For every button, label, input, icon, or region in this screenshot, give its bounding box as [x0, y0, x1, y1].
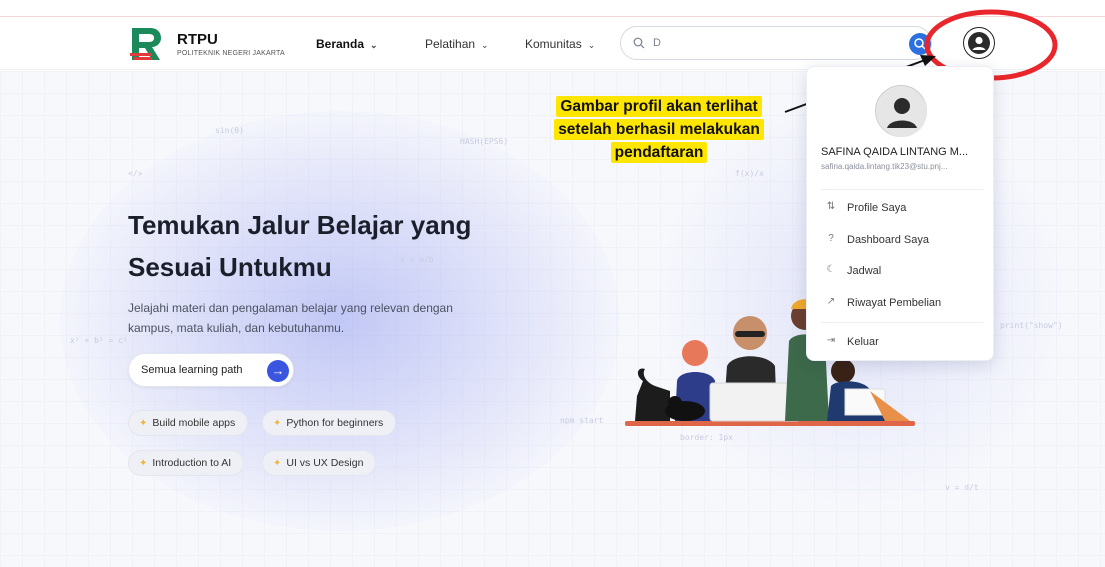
- decorative-code: npm start: [560, 416, 604, 425]
- menu-item-jadwal[interactable]: ☾ Jadwal: [821, 262, 983, 282]
- user-avatar-icon: [968, 32, 990, 54]
- user-avatar-icon: [877, 87, 927, 137]
- all-learning-paths-button[interactable]: Semua learning path →: [128, 353, 294, 387]
- sparkle-icon: ✦: [139, 418, 148, 429]
- sparkle-icon: ✦: [139, 458, 148, 469]
- sliders-icon: ⇅: [826, 201, 836, 212]
- divider: [821, 189, 983, 190]
- menu-item-dashboard-saya[interactable]: ? Dashboard Saya: [821, 231, 983, 251]
- chip-label: Introduction to AI: [152, 457, 232, 469]
- sparkle-icon: ✦: [273, 418, 282, 429]
- search-bar: [620, 26, 932, 60]
- menu-item-label: Dashboard Saya: [847, 234, 929, 246]
- search-icon: [914, 38, 926, 50]
- arrow-up-right-icon: ↗: [826, 296, 836, 307]
- annotation-callout: Gambar profil akan terlihat setelah berh…: [534, 95, 784, 164]
- callout-line: setelah berhasil melakukan: [554, 119, 764, 140]
- brand-title: RTPU: [177, 31, 218, 48]
- decorative-code: f(x)/x: [735, 169, 764, 178]
- nav-label: Komunitas: [525, 37, 582, 51]
- profile-name: SAFINA QAIDA LINTANG M...: [821, 146, 969, 158]
- search-icon: [633, 37, 645, 49]
- menu-item-label: Profile Saya: [847, 202, 907, 214]
- nav-komunitas[interactable]: Komunitas ⌄: [525, 37, 595, 51]
- chip-python-for-beginners[interactable]: ✦ Python for beginners: [262, 410, 397, 436]
- chip-build-mobile-apps[interactable]: ✦ Build mobile apps: [128, 410, 249, 436]
- decorative-code: x² + b² = c²: [70, 336, 128, 345]
- menu-item-riwayat-pembelian[interactable]: ↗ Riwayat Pembelian: [821, 294, 983, 314]
- divider: [821, 322, 983, 323]
- menu-item-label: Jadwal: [847, 265, 882, 277]
- moon-icon: ☾: [826, 264, 836, 275]
- hero-description: Jelajahi materi dan pengalaman belajar y…: [128, 301, 453, 335]
- decorative-code: border: 1px: [680, 433, 733, 442]
- menu-item-label: Riwayat Pembelian: [847, 297, 942, 309]
- chevron-down-icon: ⌄: [370, 40, 378, 50]
- site-header: RTPU POLITEKNIK NEGERI JAKARTA Beranda ⌄ …: [0, 17, 1105, 70]
- arrow-right-icon: →: [267, 360, 289, 382]
- decorative-code: print("show"): [1000, 321, 1063, 330]
- search-input[interactable]: [653, 35, 913, 51]
- profile-avatar: [875, 85, 927, 137]
- button-label: Semua learning path: [141, 364, 243, 376]
- decorative-code: sin(θ): [215, 126, 244, 135]
- logout-icon: ⇥: [826, 335, 836, 346]
- hero-title: Temukan Jalur Belajar yang Sesuai Untukm…: [128, 210, 472, 282]
- sparkle-icon: ✦: [273, 458, 282, 469]
- chip-label: UI vs UX Design: [286, 457, 364, 469]
- decorative-code: HASH(EPS6): [460, 137, 509, 146]
- menu-item-keluar[interactable]: ⇥ Keluar: [821, 333, 983, 353]
- question-icon: ?: [828, 233, 834, 244]
- nav-label: Beranda: [316, 37, 365, 51]
- chip-label: Python for beginners: [286, 417, 384, 429]
- profile-avatar-button[interactable]: [963, 27, 995, 59]
- decorative-code: v = d/t: [945, 483, 979, 492]
- chevron-down-icon: ⌄: [481, 40, 489, 50]
- chevron-down-icon: ⌄: [587, 40, 596, 50]
- menu-item-profile-saya[interactable]: ⇅ Profile Saya: [821, 199, 983, 219]
- chip-introduction-to-ai[interactable]: ✦ Introduction to AI: [128, 450, 245, 476]
- menu-item-label: Keluar: [847, 336, 879, 348]
- chip-label: Build mobile apps: [152, 417, 236, 429]
- decorative-code: </>: [128, 169, 143, 178]
- nav-label: Pelatihan: [425, 37, 476, 51]
- brand-subtitle: POLITEKNIK NEGERI JAKARTA: [177, 50, 285, 57]
- page: RTPU POLITEKNIK NEGERI JAKARTA Beranda ⌄ …: [0, 0, 1105, 567]
- rtpu-logo-icon[interactable]: [128, 24, 164, 64]
- search-button[interactable]: [909, 33, 931, 55]
- callout-line: pendaftaran: [610, 142, 708, 163]
- nav-beranda[interactable]: Beranda ⌄: [316, 37, 378, 51]
- chip-ui-vs-ux-design[interactable]: ✦ UI vs UX Design: [262, 450, 377, 476]
- callout-line: Gambar profil akan terlihat: [556, 96, 762, 117]
- profile-email: safina.qaida.lintang.tik23@stu.pnj...: [821, 162, 948, 171]
- profile-dropdown-menu: SAFINA QAIDA LINTANG M... safina.qaida.l…: [806, 66, 994, 361]
- nav-pelatihan[interactable]: Pelatihan ⌄: [425, 37, 489, 51]
